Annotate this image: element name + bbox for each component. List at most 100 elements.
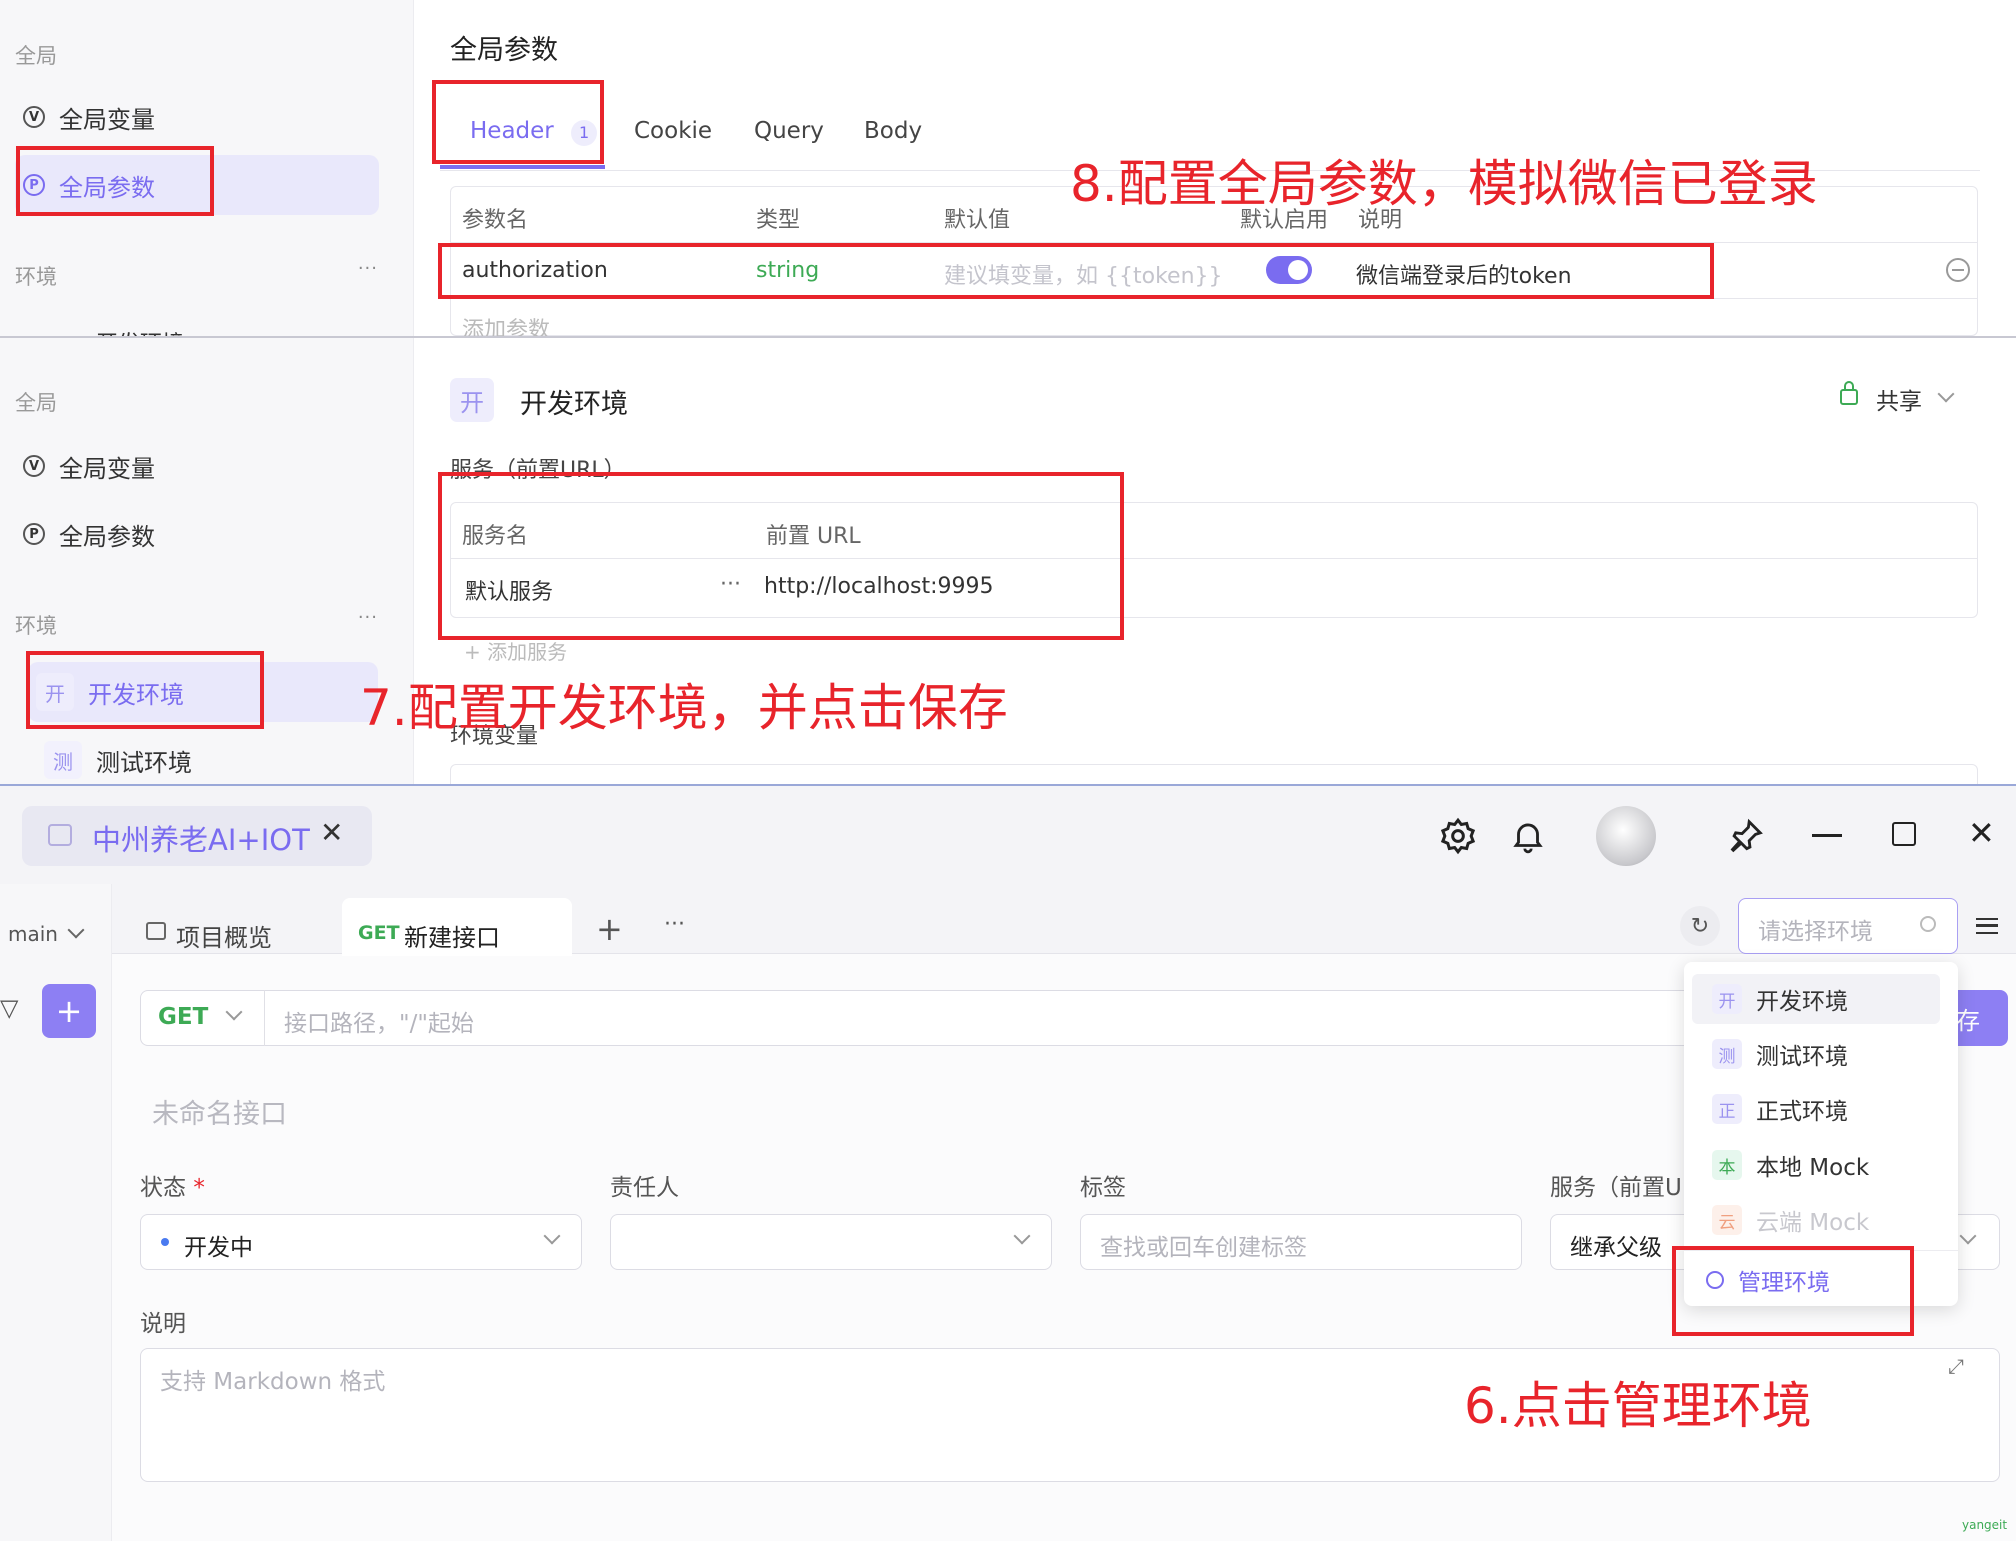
tab-body[interactable]: Body [864, 118, 922, 144]
tab-header-label: Header [470, 118, 554, 144]
add-tab-icon[interactable]: + [596, 910, 623, 948]
env-badge: 正 [1712, 1094, 1742, 1124]
service-name-cell[interactable]: 默认服务 [465, 574, 553, 606]
service-more-button[interactable]: ··· [720, 572, 741, 597]
lock-icon [1840, 381, 1858, 405]
restore-icon[interactable] [1892, 822, 1916, 846]
tab-query[interactable]: Query [754, 118, 824, 144]
filter-icon[interactable]: ▽ [0, 994, 18, 1022]
env-select-placeholder: 请选择环境 [1758, 919, 1873, 945]
env-more-button[interactable]: ··· [358, 607, 378, 628]
manage-env-label: 管理环境 [1738, 1270, 1830, 1296]
env-badge: 开 [1712, 984, 1742, 1014]
overview-icon [146, 922, 166, 940]
env-option-label: 测试环境 [1756, 1044, 1848, 1070]
sidebar-item-dev-env-peek[interactable]: 开发环境 [96, 326, 184, 336]
env-option-test[interactable]: 测 测试环境 [1692, 1029, 1940, 1079]
project-tab-label: 中州养老AI+IOT [92, 823, 310, 857]
middle-sidebar: 全局 V 全局变量 P 全局参数 环境 ··· 开 开发环境 测 测试环境 [0, 338, 414, 784]
expand-icon[interactable]: ⤢ [1948, 1354, 1964, 1378]
menu-icon[interactable] [1976, 918, 1998, 934]
env-more-button[interactable]: ··· [358, 258, 378, 279]
sidebar-item-dev-env[interactable]: 开 开发环境 [28, 662, 378, 722]
enabled-toggle[interactable] [1266, 256, 1312, 284]
status-label: 状态 * [140, 1168, 205, 1202]
desc-placeholder: 支持 Markdown 格式 [160, 1369, 386, 1395]
param-type-cell[interactable]: string [756, 258, 819, 283]
sidebar-item-global-vars[interactable]: V 全局变量 [15, 87, 379, 147]
env-option-local-mock[interactable]: 本 本地 Mock [1692, 1140, 1940, 1190]
manage-env-button[interactable]: 管理环境 [1706, 1256, 1830, 1304]
env-option-label: 开发环境 [1756, 989, 1848, 1015]
more-tabs-icon[interactable]: ··· [664, 912, 685, 937]
desc-label: 说明 [140, 1311, 186, 1337]
env-option-prod[interactable]: 正 正式环境 [1692, 1084, 1940, 1134]
gear-icon[interactable] [1436, 814, 1480, 858]
circle-v-icon: V [23, 455, 45, 477]
env-badge: 云 [1712, 1205, 1742, 1235]
pin-icon[interactable] [1724, 814, 1768, 858]
tags-label: 标签 [1080, 1175, 1126, 1201]
plus-icon[interactable]: + [42, 984, 96, 1038]
bell-icon[interactable] [1506, 814, 1550, 858]
sidebar-item-global-params[interactable]: P 全局参数 [15, 155, 379, 215]
close-tab-icon[interactable]: ✕ [320, 816, 343, 849]
api-name-input[interactable]: 未命名接口 [152, 1092, 287, 1131]
env-title-badge: 开 [450, 378, 494, 422]
watermark: yangeit [1962, 1518, 2008, 1532]
env-title[interactable]: 开发环境 [520, 382, 628, 421]
annotation-step-8: 8.配置全局参数，模拟微信已登录 [1070, 155, 1818, 213]
top-sidebar: 全局 V 全局变量 P 全局参数 环境 ··· 开发环境 [0, 0, 414, 336]
chevron-down-icon [1937, 385, 1955, 403]
col-default: 默认值 [944, 208, 1011, 233]
env-option-cloud-mock[interactable]: 云 云端 Mock [1692, 1195, 1940, 1245]
status-dot-icon [161, 1238, 169, 1246]
env-option-dev[interactable]: 开 开发环境 [1692, 974, 1940, 1024]
sidebar-item-label: 全局变量 [59, 105, 155, 134]
divider [264, 990, 265, 1046]
gear-icon [1706, 1271, 1724, 1289]
tags-placeholder: 查找或回车创建标签 [1100, 1235, 1307, 1261]
sidebar-item-label: 开发环境 [88, 680, 184, 709]
table-divider [450, 298, 1978, 299]
global-section-label: 全局 [15, 391, 57, 415]
service-url-cell[interactable]: http://localhost:9995 [764, 574, 994, 599]
path-input[interactable]: 接口路径，"/"起始 [284, 1004, 474, 1038]
left-strip [0, 884, 112, 1541]
dev-env-panel: 全局 V 全局变量 P 全局参数 环境 ··· 开 开发环境 测 测试环境 开 … [0, 338, 2016, 786]
page-title: 全局参数 [450, 35, 558, 66]
refresh-icon[interactable]: ↻ [1680, 906, 1720, 946]
env-badge: 测 [1712, 1039, 1742, 1069]
method-select[interactable]: GET [158, 1004, 208, 1030]
table-divider [450, 558, 1978, 559]
col-service: 服务名 [462, 524, 529, 549]
param-default-cell[interactable]: 建议填变量，如 {{token}} [944, 258, 1223, 290]
param-desc-cell[interactable]: 微信端登录后的token [1356, 258, 1572, 290]
add-service-button[interactable]: + 添加服务 [464, 636, 567, 665]
sidebar-item-global-vars[interactable]: V 全局变量 [15, 436, 379, 496]
env-dropdown: 开 开发环境 测 测试环境 正 正式环境 本 本地 Mock 云 云端 Mock… [1684, 962, 1958, 1306]
avatar[interactable] [1596, 806, 1656, 866]
global-section-label: 全局 [15, 44, 57, 68]
col-type: 类型 [756, 208, 801, 233]
minimize-icon[interactable] [1812, 834, 1842, 837]
tab-header-count: 1 [571, 120, 598, 146]
tab-cookie[interactable]: Cookie [634, 118, 712, 144]
branch-selector[interactable]: main [8, 922, 58, 946]
add-param-button[interactable]: 添加参数 [462, 312, 550, 336]
close-window-icon[interactable]: ✕ [1968, 814, 1995, 852]
owner-select[interactable] [610, 1214, 1052, 1270]
status-value: 开发中 [184, 1235, 253, 1261]
service-table [450, 502, 1978, 618]
remove-row-icon[interactable] [1946, 258, 1970, 282]
sidebar-item-global-params[interactable]: P 全局参数 [15, 504, 379, 564]
circle-v-icon: V [23, 106, 45, 128]
col-param-name: 参数名 [462, 208, 529, 233]
sidebar-item-test-env[interactable]: 测 测试环境 [36, 730, 376, 784]
api-editor-panel: 中州养老AI+IOT ✕ ✕ main ▽ + 项目概览 GET 新建接口 + … [0, 786, 2016, 1541]
tab-header[interactable]: Header 1 [470, 118, 598, 146]
env-badge: 本 [1712, 1150, 1742, 1180]
param-name-cell[interactable]: authorization [462, 258, 608, 283]
share-button[interactable]: 共享 [1876, 382, 1922, 416]
tab-overview[interactable]: 项目概览 [176, 918, 272, 953]
